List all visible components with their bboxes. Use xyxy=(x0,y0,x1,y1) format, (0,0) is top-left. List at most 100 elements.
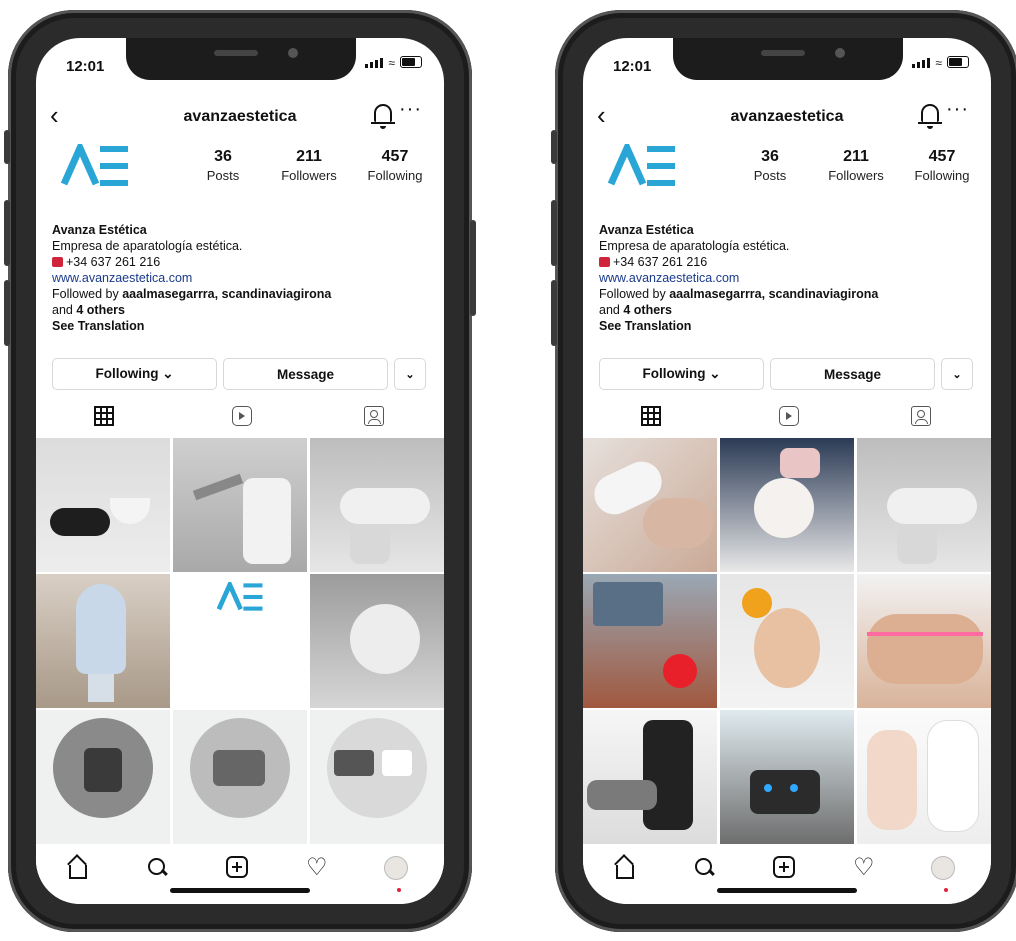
brand-logo xyxy=(607,144,675,186)
phone-left: 12:01 ≈ ‹ avanzaestetica ··· 36 Posts 21… xyxy=(4,10,476,932)
signal-icon xyxy=(912,58,931,68)
phone-screen: 12:01 ≈ ‹ avanzaestetica ··· 36 Posts 21… xyxy=(36,38,444,904)
status-icons: ≈ xyxy=(365,56,422,70)
post-thumbnail[interactable] xyxy=(36,710,170,844)
battery-icon xyxy=(400,56,422,68)
reels-icon[interactable] xyxy=(779,406,799,426)
post-thumbnail[interactable] xyxy=(857,438,991,572)
followed-by-others[interactable]: and 4 others xyxy=(52,302,432,318)
bio-phone-line[interactable]: +34 637 261 216 xyxy=(599,254,979,270)
profile-name: Avanza Estética xyxy=(52,223,147,237)
followed-by-users: aaalmasegarrra, scandinaviagirona xyxy=(122,287,332,301)
stat-posts[interactable]: 36 Posts xyxy=(731,148,809,183)
add-icon[interactable] xyxy=(226,856,248,878)
suggested-dropdown-button[interactable]: ⌄ xyxy=(394,358,426,390)
bio-website[interactable]: www.avanzaestetica.com xyxy=(599,270,979,286)
bio-website[interactable]: www.avanzaestetica.com xyxy=(52,270,432,286)
following-label: Following xyxy=(914,168,970,183)
bell-icon[interactable] xyxy=(918,104,942,129)
profile-bio: Avanza Estética Empresa de aparatología … xyxy=(52,222,432,334)
bell-icon[interactable] xyxy=(371,104,395,129)
message-button[interactable]: Message xyxy=(223,358,388,390)
tagged-icon[interactable] xyxy=(911,406,931,426)
stat-posts[interactable]: 36 Posts xyxy=(184,148,262,183)
post-thumbnail[interactable] xyxy=(310,710,444,844)
status-icons: ≈ xyxy=(912,56,969,69)
post-thumbnail[interactable] xyxy=(720,574,854,708)
profile-tabs xyxy=(36,406,444,432)
posts-grid xyxy=(583,438,991,844)
bio-phone-line[interactable]: +34 637 261 216 xyxy=(52,254,432,270)
profile-header: ‹ avanzaestetica ··· xyxy=(36,98,444,132)
followed-by-count: 4 others xyxy=(76,303,125,317)
side-button xyxy=(4,280,10,346)
following-button[interactable]: Following ⌄ xyxy=(599,358,764,390)
following-label: Following xyxy=(367,168,423,183)
home-icon[interactable] xyxy=(66,856,90,880)
wifi-icon: ≈ xyxy=(388,56,395,70)
add-icon[interactable] xyxy=(773,856,795,878)
side-button xyxy=(470,220,476,316)
stat-followers[interactable]: 211 Followers xyxy=(817,148,895,183)
followed-by[interactable]: Followed by aaalmasegarrra, scandinaviag… xyxy=(52,286,432,302)
profile-avatar[interactable] xyxy=(384,856,408,880)
post-thumbnail[interactable] xyxy=(36,574,170,708)
stat-following[interactable]: 457 Following xyxy=(356,148,434,183)
followed-by[interactable]: Followed by aaalmasegarrra, scandinaviag… xyxy=(599,286,979,302)
following-count: 457 xyxy=(381,148,409,165)
followed-by-and: and xyxy=(52,303,77,317)
post-thumbnail[interactable] xyxy=(310,438,444,572)
heart-icon[interactable]: ♡ xyxy=(306,856,330,880)
followers-label: Followers xyxy=(828,168,884,183)
post-thumbnail[interactable] xyxy=(173,438,307,572)
post-thumbnail[interactable] xyxy=(583,438,717,572)
post-thumbnail[interactable] xyxy=(173,710,307,844)
profile-actions: Following ⌄ Message ⌄ xyxy=(599,358,975,390)
more-icon[interactable]: ··· xyxy=(946,98,969,121)
battery-icon xyxy=(947,56,969,68)
side-button xyxy=(551,200,557,266)
profile-header: ‹ avanzaestetica ··· xyxy=(583,98,991,132)
post-thumbnail[interactable] xyxy=(173,574,307,708)
message-button[interactable]: Message xyxy=(770,358,935,390)
notification-dot xyxy=(944,888,948,892)
profile-stats: 36 Posts 211 Followers 457 Following xyxy=(731,148,981,183)
suggested-dropdown-button[interactable]: ⌄ xyxy=(941,358,973,390)
side-button xyxy=(4,200,10,266)
see-translation[interactable]: See Translation xyxy=(52,318,432,334)
post-thumbnail[interactable] xyxy=(857,574,991,708)
grid-icon[interactable] xyxy=(94,406,114,426)
phone-screen: 12:01 ≈ ‹ avanzaestetica ··· 36 Posts 21… xyxy=(583,38,991,904)
post-thumbnail[interactable] xyxy=(857,710,991,844)
post-thumbnail[interactable] xyxy=(583,710,717,844)
followed-by-prefix: Followed by xyxy=(599,287,670,301)
home-icon[interactable] xyxy=(613,856,637,880)
brand-logo xyxy=(60,144,128,186)
following-count: 457 xyxy=(928,148,956,165)
bio-description: Empresa de aparatología estética. xyxy=(599,239,790,253)
followed-by-prefix: Followed by xyxy=(52,287,123,301)
reels-icon[interactable] xyxy=(232,406,252,426)
profile-avatar[interactable] xyxy=(931,856,955,880)
bio-phone: +34 637 261 216 xyxy=(613,255,708,269)
grid-icon[interactable] xyxy=(641,406,661,426)
followed-by-others[interactable]: and 4 others xyxy=(599,302,979,318)
side-button xyxy=(4,130,10,164)
post-thumbnail[interactable] xyxy=(310,574,444,708)
heart-icon[interactable]: ♡ xyxy=(853,856,877,880)
stat-followers[interactable]: 211 Followers xyxy=(270,148,348,183)
search-icon[interactable] xyxy=(146,856,170,880)
post-thumbnail[interactable] xyxy=(720,438,854,572)
search-icon[interactable] xyxy=(693,856,717,880)
tagged-icon[interactable] xyxy=(364,406,384,426)
following-button[interactable]: Following ⌄ xyxy=(52,358,217,390)
post-thumbnail[interactable] xyxy=(583,574,717,708)
more-icon[interactable]: ··· xyxy=(399,98,422,121)
post-thumbnail[interactable] xyxy=(36,438,170,572)
followed-by-and: and xyxy=(599,303,624,317)
notification-dot xyxy=(397,888,401,892)
post-thumbnail[interactable] xyxy=(720,710,854,844)
see-translation[interactable]: See Translation xyxy=(599,318,979,334)
stat-following[interactable]: 457 Following xyxy=(903,148,981,183)
bio-description: Empresa de aparatología estética. xyxy=(52,239,243,253)
